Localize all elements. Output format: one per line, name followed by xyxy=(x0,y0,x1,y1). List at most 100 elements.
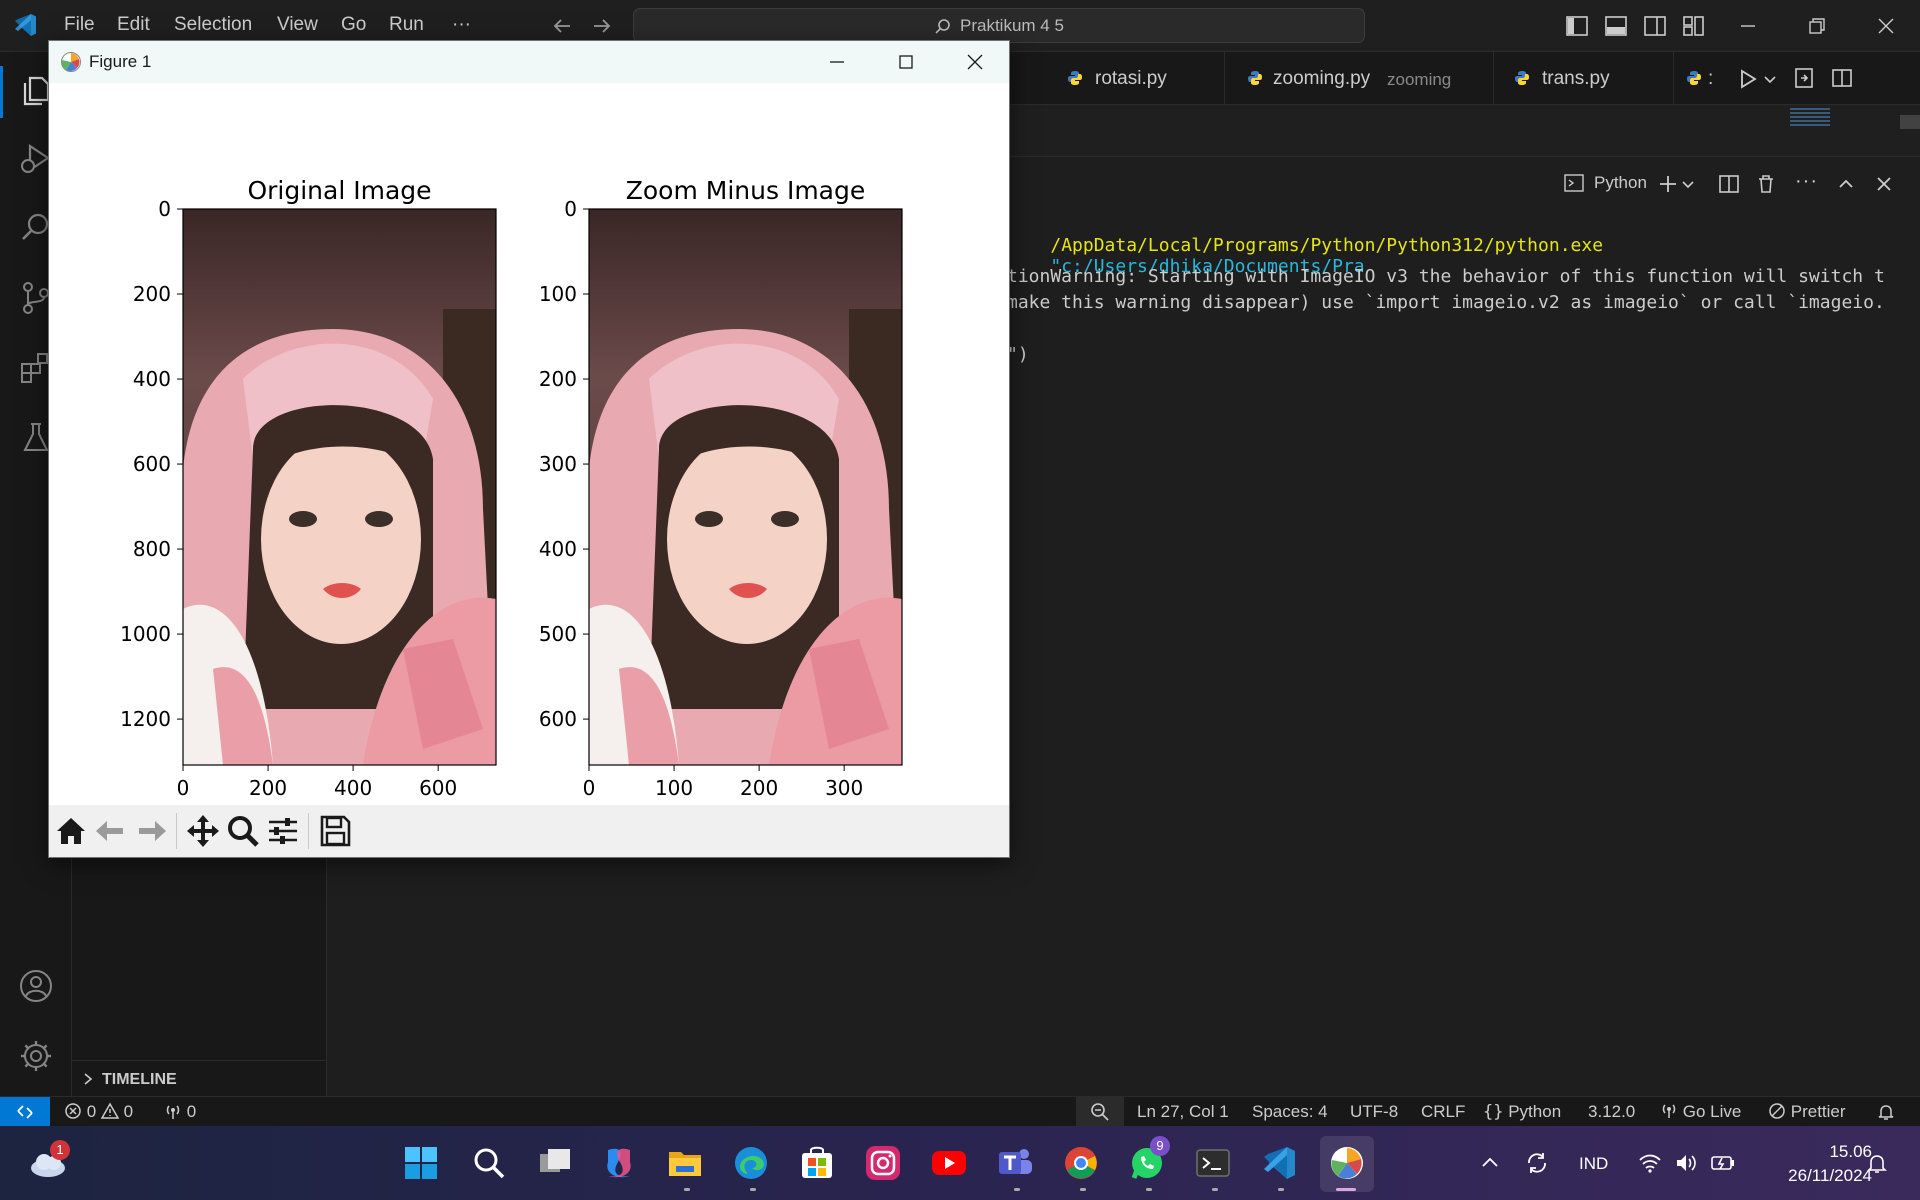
file-explorer-icon[interactable] xyxy=(666,1144,704,1182)
weather-widget[interactable]: 1 xyxy=(28,1140,70,1183)
menu-file[interactable]: File xyxy=(64,14,95,36)
windows-start-icon[interactable] xyxy=(402,1144,440,1182)
problems-status[interactable]: 0 0 xyxy=(64,1102,133,1122)
customize-layout-icon[interactable] xyxy=(1682,14,1706,38)
figure-maximize-icon[interactable] xyxy=(895,51,917,73)
prettier-status[interactable]: Prettier xyxy=(1768,1102,1846,1122)
chrome-icon[interactable] xyxy=(1062,1144,1100,1182)
sync-icon[interactable] xyxy=(1524,1150,1550,1176)
tab-trans[interactable]: trans.py xyxy=(1494,52,1674,105)
notifications-bell-icon[interactable] xyxy=(1876,1102,1896,1122)
timeline-label: TIMELINE xyxy=(102,1071,177,1088)
active-indicator xyxy=(1336,1188,1356,1191)
clock-date[interactable]: 26/11/2024 xyxy=(1762,1166,1872,1186)
menu-more[interactable]: ··· xyxy=(452,14,471,36)
accounts-icon[interactable] xyxy=(16,966,56,1006)
taskbar-search-icon[interactable] xyxy=(470,1144,508,1182)
tray-expand-chevron-icon[interactable] xyxy=(1480,1154,1500,1170)
teams-icon[interactable] xyxy=(996,1144,1034,1182)
restore-icon[interactable] xyxy=(1805,14,1829,38)
edge-browser-icon[interactable] xyxy=(732,1144,770,1182)
language-indicator[interactable]: IND xyxy=(1579,1154,1608,1174)
matplotlib-taskbar-app[interactable] xyxy=(1320,1136,1374,1192)
menu-go[interactable]: Go xyxy=(341,14,366,36)
tab-overflow-label: : xyxy=(1708,68,1714,89)
zoom-magnifier-icon[interactable] xyxy=(225,813,261,849)
indentation-status[interactable]: Spaces: 4 xyxy=(1252,1102,1328,1122)
figure-minimize-icon[interactable] xyxy=(826,51,848,73)
back-icon[interactable] xyxy=(93,813,129,849)
save-figure-icon[interactable] xyxy=(317,813,353,849)
tab-rotasi[interactable]: rotasi.py xyxy=(1047,52,1225,105)
vscode-taskbar-icon[interactable] xyxy=(1260,1144,1298,1182)
ports-status[interactable]: 0 xyxy=(164,1102,196,1122)
split-terminal-icon[interactable] xyxy=(1718,173,1740,195)
wifi-icon[interactable] xyxy=(1638,1152,1662,1174)
menu-edit[interactable]: Edit xyxy=(117,14,150,36)
go-live-button[interactable]: Go Live xyxy=(1660,1102,1741,1122)
copilot-icon[interactable] xyxy=(600,1144,638,1182)
minimize-icon[interactable] xyxy=(1736,14,1760,38)
menu-run[interactable]: Run xyxy=(389,14,424,36)
toggle-primary-sidebar-icon[interactable] xyxy=(1565,14,1589,38)
open-changes-icon[interactable] xyxy=(1793,67,1815,89)
figure-window[interactable]: Figure 1 Original Image 0 200 400 600 0 … xyxy=(48,40,1010,858)
toggle-panel-icon[interactable] xyxy=(1604,14,1628,38)
figure-title: Figure 1 xyxy=(89,52,152,71)
chevron-down-icon[interactable] xyxy=(1681,179,1695,191)
chevron-down-icon[interactable] xyxy=(1763,74,1777,86)
youtube-icon[interactable] xyxy=(930,1144,968,1182)
language-mode[interactable]: {} Python xyxy=(1483,1102,1561,1122)
tab-zooming[interactable]: zooming.py zooming xyxy=(1225,52,1494,105)
instagram-icon[interactable] xyxy=(864,1144,902,1182)
tab-label: rotasi.py xyxy=(1095,68,1167,89)
forward-icon[interactable] xyxy=(133,813,169,849)
trash-icon[interactable] xyxy=(1755,173,1777,195)
close-window-icon[interactable] xyxy=(1874,14,1898,38)
whatsapp-app[interactable]: 9 xyxy=(1128,1136,1170,1182)
python-file-icon xyxy=(1248,71,1262,85)
python-version[interactable]: 3.12.0 xyxy=(1588,1102,1635,1122)
minimap[interactable] xyxy=(1790,108,1830,126)
scrollbar-thumb[interactable] xyxy=(1900,115,1920,129)
terminal-name[interactable]: Python xyxy=(1594,173,1647,193)
command-center-search[interactable]: Praktikum 4 5 xyxy=(633,8,1365,43)
battery-icon[interactable] xyxy=(1710,1152,1736,1174)
remote-indicator[interactable] xyxy=(0,1097,50,1126)
menu-selection[interactable]: Selection xyxy=(174,14,252,36)
new-terminal-plus-icon[interactable] xyxy=(1657,173,1679,195)
microsoft-store-icon[interactable] xyxy=(798,1144,836,1182)
more-actions-icon[interactable]: ··· xyxy=(1795,170,1818,193)
running-indicator xyxy=(1212,1188,1218,1191)
vscode-logo-icon xyxy=(15,14,36,36)
run-python-icon[interactable] xyxy=(1737,68,1759,90)
manage-gear-icon[interactable] xyxy=(16,1036,56,1076)
notification-bell-icon[interactable] xyxy=(1866,1152,1888,1176)
error-icon xyxy=(65,1103,81,1119)
figure-titlebar[interactable]: Figure 1 xyxy=(49,41,1009,83)
prettier-slash-icon xyxy=(1769,1103,1785,1119)
timeline-section[interactable]: TIMELINE xyxy=(72,1060,327,1096)
zoom-status[interactable] xyxy=(1076,1097,1124,1126)
encoding-status[interactable]: UTF-8 xyxy=(1350,1102,1398,1122)
pan-move-icon[interactable] xyxy=(185,813,221,849)
figure-canvas[interactable]: Original Image 0 200 400 600 0 200 400 600 800 100… xyxy=(49,83,1009,805)
volume-icon[interactable] xyxy=(1674,1152,1698,1174)
figure-close-icon[interactable] xyxy=(964,51,986,73)
task-view-icon[interactable] xyxy=(536,1144,574,1182)
back-arrow-icon[interactable] xyxy=(550,14,574,38)
eol-status[interactable]: CRLF xyxy=(1421,1102,1465,1122)
forward-arrow-icon[interactable] xyxy=(590,14,614,38)
home-icon[interactable] xyxy=(53,813,89,849)
clock-time[interactable]: 15.06 xyxy=(1812,1142,1872,1162)
close-panel-icon[interactable] xyxy=(1874,174,1894,194)
y-tick-label: 400 xyxy=(539,537,577,561)
terminal-app-icon[interactable] xyxy=(1194,1144,1232,1182)
split-editor-icon[interactable] xyxy=(1831,67,1853,89)
configure-subplots-icon[interactable] xyxy=(265,813,301,849)
toggle-secondary-sidebar-icon[interactable] xyxy=(1643,14,1667,38)
cursor-position[interactable]: Ln 27, Col 1 xyxy=(1137,1102,1229,1122)
tab-overflow[interactable]: : xyxy=(1674,52,1729,105)
menu-view[interactable]: View xyxy=(277,14,318,36)
maximize-panel-icon[interactable] xyxy=(1836,174,1856,194)
